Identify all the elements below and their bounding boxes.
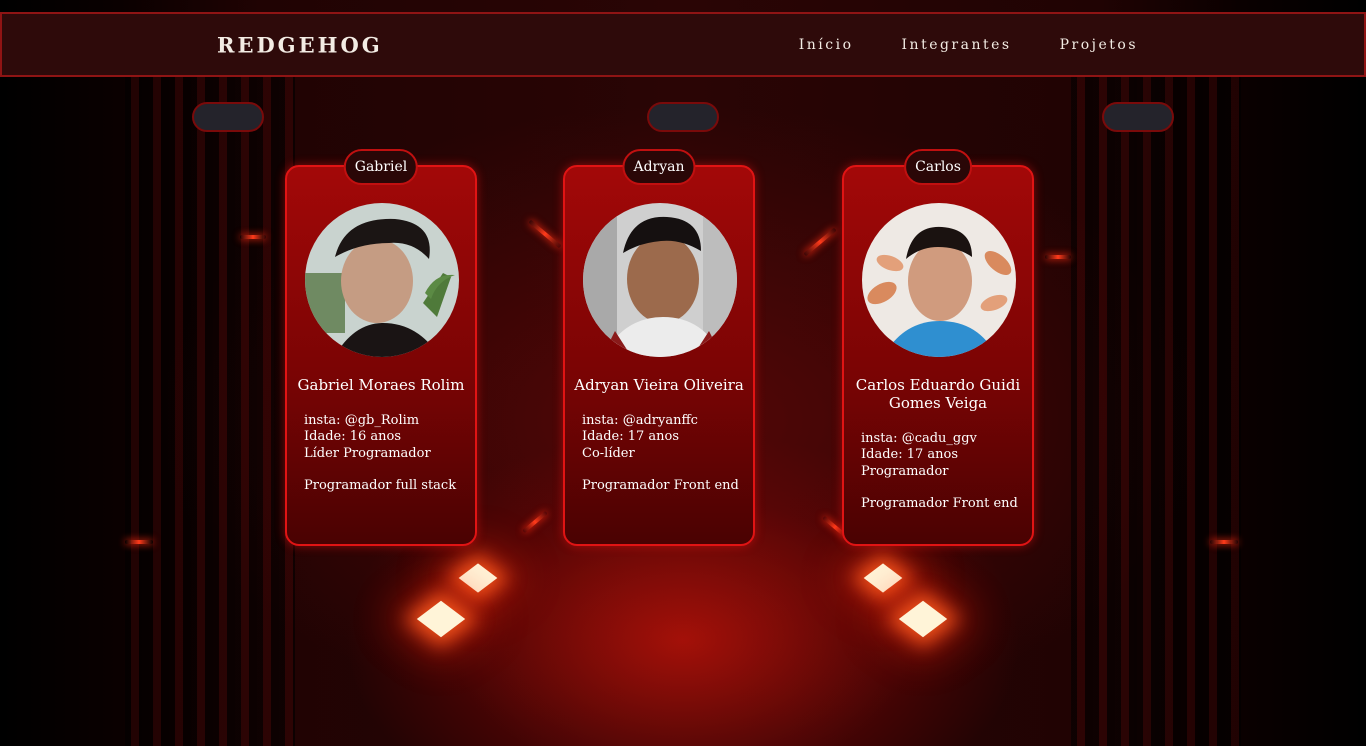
ceiling-light-pod bbox=[647, 102, 719, 132]
light-streak bbox=[522, 510, 548, 534]
member-info: insta: @adryanffc Idade: 17 anos Co-líde… bbox=[582, 413, 747, 494]
light-streak bbox=[125, 540, 153, 544]
member-specialty: Programador Front end bbox=[861, 495, 1018, 511]
member-role: Programador bbox=[861, 463, 949, 479]
member-age: Idade: 16 anos bbox=[304, 429, 402, 445]
light-streak bbox=[1045, 255, 1071, 259]
glow-tile bbox=[898, 600, 948, 638]
member-specialty: Programador full stack bbox=[304, 477, 457, 493]
brand-logo[interactable]: REDGEHOG bbox=[217, 32, 383, 57]
avatar-photo bbox=[305, 203, 459, 357]
card-tab-carlos: Carlos bbox=[904, 149, 972, 185]
member-name: Gabriel Moraes Rolim bbox=[297, 376, 465, 394]
ceiling-light-pod bbox=[192, 102, 264, 132]
light-streak bbox=[1210, 540, 1238, 544]
member-specialty: Programador Front end bbox=[582, 477, 739, 493]
member-instagram: insta: @cadu_ggv bbox=[861, 431, 977, 446]
navbar: REDGEHOG Início Integrantes Projetos bbox=[0, 12, 1366, 77]
member-name: Carlos Eduardo Guidi Gomes Veiga bbox=[855, 376, 1021, 412]
member-card-carlos: Carlos Carlos Eduardo Guidi Gomes Veiga … bbox=[842, 149, 1034, 546]
avatar-photo bbox=[583, 203, 737, 357]
member-name: Adryan Vieira Oliveira bbox=[574, 376, 744, 394]
glow-tile bbox=[863, 563, 903, 593]
nav-link-integrantes[interactable]: Integrantes bbox=[902, 37, 1012, 53]
member-age: Idade: 17 anos bbox=[582, 429, 680, 445]
nav-link-projetos[interactable]: Projetos bbox=[1060, 37, 1138, 53]
member-role: Líder Programador bbox=[304, 445, 431, 461]
member-card-gabriel: Gabriel Gabriel Moraes Rolim insta: @gb_… bbox=[285, 149, 477, 546]
member-info: insta: @cadu_ggv Idade: 17 anos Programa… bbox=[861, 431, 1026, 512]
light-streak bbox=[240, 235, 266, 239]
card-tab-adryan: Adryan bbox=[622, 149, 696, 185]
member-instagram: insta: @gb_Rolim bbox=[304, 413, 420, 428]
card-tab-gabriel: Gabriel bbox=[343, 149, 419, 185]
nav-link-inicio[interactable]: Início bbox=[799, 37, 854, 53]
member-role: Co-líder bbox=[582, 445, 635, 461]
member-card-adryan: Adryan Adryan Vieira Oliveira insta: @ad… bbox=[563, 149, 755, 546]
avatar-photo bbox=[862, 203, 1016, 357]
member-age: Idade: 17 anos bbox=[861, 447, 959, 463]
background-pillar-left bbox=[125, 75, 295, 746]
nav-links: Início Integrantes Projetos bbox=[799, 37, 1138, 53]
ceiling-light-pod bbox=[1102, 102, 1174, 132]
light-streak bbox=[528, 219, 562, 249]
glow-tile bbox=[458, 563, 498, 593]
member-info: insta: @gb_Rolim Idade: 16 anos Líder Pr… bbox=[304, 413, 469, 494]
glow-tile bbox=[416, 600, 466, 638]
member-instagram: insta: @adryanffc bbox=[582, 413, 698, 428]
light-streak bbox=[803, 227, 837, 257]
background-pillar-right bbox=[1071, 75, 1241, 746]
